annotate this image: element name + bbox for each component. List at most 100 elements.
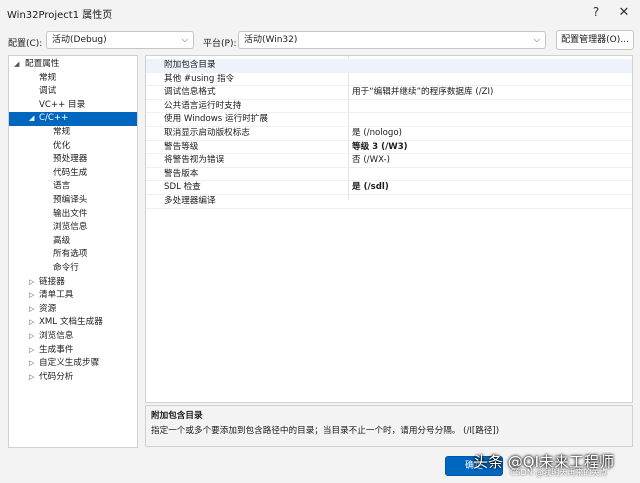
tree-item[interactable]: 预编译头 xyxy=(9,194,137,208)
tree-item[interactable]: 输出文件 xyxy=(9,208,137,222)
tree-item[interactable]: ▷ 清单工具 xyxy=(9,289,137,303)
tree-item-label: 自定义生成步骤 xyxy=(39,358,100,369)
tree-item-label: 浏览信息 xyxy=(53,222,88,233)
tree-item[interactable]: ▷ 浏览信息 xyxy=(9,330,137,344)
platform-select-value: 活动(Win32) xyxy=(244,35,298,45)
collapsed-arrow-icon[interactable]: ▷ xyxy=(29,303,34,317)
tree-item[interactable]: 常规 xyxy=(9,126,137,140)
tree-item[interactable]: ▷ 资源 xyxy=(9,303,137,317)
tree-item[interactable]: 高级 xyxy=(9,235,137,249)
close-button[interactable]: ✕ xyxy=(612,2,636,22)
tree-item-label: 资源 xyxy=(39,303,57,314)
property-name: 多处理器编译 xyxy=(164,196,216,206)
platform-select[interactable]: 活动(Win32) ⌵ xyxy=(238,31,546,49)
collapsed-arrow-icon[interactable]: ▷ xyxy=(29,289,34,303)
property-name: 将警告视为错误 xyxy=(164,155,225,166)
tree-item-label: 优化 xyxy=(53,140,71,151)
tree-item-label: 高级 xyxy=(53,235,71,246)
property-row[interactable]: 调试信息格式 用于“编辑并继续”的程序数据库 (/ZI) xyxy=(146,86,632,100)
property-row[interactable]: SDL 检查 是 (/sdl) xyxy=(146,181,632,195)
property-value[interactable]: 等级 3 (/W3) xyxy=(352,141,632,155)
property-value[interactable]: 用于“编辑并继续”的程序数据库 (/ZI) xyxy=(352,86,632,100)
property-value[interactable]: 是 (/nologo) xyxy=(352,127,632,141)
property-row[interactable]: 公共语言运行时支持 xyxy=(146,100,632,114)
expanded-arrow-icon[interactable]: ◢ xyxy=(29,112,34,126)
tree-item-label: 调试 xyxy=(39,86,57,97)
property-row[interactable]: 将警告视为错误 否 (/WX-) xyxy=(146,154,632,168)
property-name: 公共语言运行时支持 xyxy=(164,100,242,111)
collapsed-arrow-icon[interactable]: ▷ xyxy=(29,316,34,330)
tree-item[interactable]: 所有选项 xyxy=(9,248,137,262)
property-name: 其他 #using 指令 xyxy=(164,73,235,84)
tree-item[interactable]: ▷ 生成事件 xyxy=(9,344,137,358)
property-row[interactable]: 多处理器编译 xyxy=(146,195,632,209)
tree-item[interactable]: 浏览信息 xyxy=(9,221,137,235)
help-button[interactable]: ? xyxy=(584,2,608,22)
property-row[interactable]: 取消显示启动版权标志 是 (/nologo) xyxy=(146,127,632,141)
property-row[interactable]: 其他 #using 指令 xyxy=(146,73,632,87)
config-select[interactable]: 活动(Debug) ⌵ xyxy=(46,31,194,49)
tree-item[interactable]: ◢ C/C++ xyxy=(9,112,137,126)
property-row[interactable]: 使用 Windows 运行时扩展 xyxy=(146,113,632,127)
property-row[interactable]: 警告等级 等级 3 (/W3) xyxy=(146,141,632,155)
property-name: 使用 Windows 运行时扩展 xyxy=(164,114,268,125)
tree-item-label: 预处理器 xyxy=(53,154,88,165)
tree-item-label: 生成事件 xyxy=(39,344,74,355)
collapsed-arrow-icon[interactable]: ▷ xyxy=(29,276,34,290)
property-row[interactable]: 附加包含目录 xyxy=(146,59,632,73)
tree-item[interactable]: ▷ 链接器 xyxy=(9,276,137,290)
tree-item[interactable]: 优化 xyxy=(9,140,137,154)
tree-item[interactable]: VC++ 目录 xyxy=(9,99,137,113)
tree-item[interactable]: 代码生成 xyxy=(9,167,137,181)
tree-item[interactable]: 常规 xyxy=(9,72,137,86)
collapsed-arrow-icon[interactable]: ▷ xyxy=(29,357,34,371)
tree-item[interactable]: 命令行 xyxy=(9,262,137,276)
collapsed-arrow-icon[interactable]: ▷ xyxy=(29,344,34,358)
property-value[interactable]: 是 (/sdl) xyxy=(352,181,632,195)
tree-item[interactable]: ▷ 自定义生成步骤 xyxy=(9,357,137,371)
expanded-arrow-icon[interactable]: ◢ xyxy=(14,58,19,72)
description-text: 指定一个或多个要添加到包含路径中的目录；当目录不止一个时，请用分号分隔。 (/I… xyxy=(151,426,500,436)
chevron-down-icon: ⌵ xyxy=(533,35,540,44)
property-name: SDL 检查 xyxy=(164,182,201,193)
tree-item-label: 命令行 xyxy=(53,263,79,273)
chevron-down-icon: ⌵ xyxy=(181,35,188,44)
tree-item[interactable]: 调试 xyxy=(9,85,137,99)
tree-item-label: 所有选项 xyxy=(53,249,88,260)
property-row[interactable]: 警告版本 xyxy=(146,168,632,182)
title-bar: Win32Project1 属性页 ? ✕ xyxy=(0,0,640,24)
config-select-value: 活动(Debug) xyxy=(52,35,107,45)
tree-item-label: 预编译头 xyxy=(53,195,88,205)
tree-item-label: VC++ 目录 xyxy=(39,99,86,110)
property-name: 调试信息格式 xyxy=(164,87,216,98)
property-value[interactable]: 否 (/WX-) xyxy=(352,154,632,168)
tree-item-label: 输出文件 xyxy=(53,208,88,219)
tree-item[interactable]: 预处理器 xyxy=(9,153,137,167)
collapsed-arrow-icon[interactable]: ▷ xyxy=(29,371,34,385)
property-name: 取消显示启动版权标志 xyxy=(164,128,250,138)
tree-item-label: 配置属性 xyxy=(25,59,60,69)
tree-item-label: 浏览信息 xyxy=(39,331,74,341)
tree-item-label: XML 文档生成器 xyxy=(39,317,103,328)
watermark-sub: CSDN @我明天再来的关点 xyxy=(510,468,608,477)
tree-item[interactable]: 语言 xyxy=(9,180,137,194)
property-name: 附加包含目录 xyxy=(164,60,216,70)
tree-item-label: 清单工具 xyxy=(39,290,74,301)
tree-item[interactable]: ▷ XML 文档生成器 xyxy=(9,316,137,330)
tree-item-label: 代码生成 xyxy=(53,167,88,178)
tree-item[interactable]: ▷ 代码分析 xyxy=(9,371,137,385)
property-name: 警告版本 xyxy=(164,168,199,179)
description-pane: 附加包含目录 指定一个或多个要添加到包含路径中的目录；当目录不止一个时，请用分号… xyxy=(145,405,633,447)
window-title: Win32Project1 属性页 xyxy=(7,10,113,21)
property-tree[interactable]: ◢ 配置属性 常规 调试 VC++ 目录 ◢ C/C++ 常规 优化 预处理器 代码生成 语言 预编译头… xyxy=(8,55,138,448)
tree-item[interactable]: ◢ 配置属性 xyxy=(9,58,137,72)
property-grid[interactable]: 附加包含目录其他 #using 指令 调试信息格式 用于“编辑并继续”的程序数据库 … xyxy=(145,55,633,403)
description-title: 附加包含目录 xyxy=(151,411,203,421)
tree-item-label: 链接器 xyxy=(39,276,65,287)
tree-item-label: 语言 xyxy=(53,181,71,192)
property-name: 警告等级 xyxy=(164,141,199,152)
tree-item-label: 代码分析 xyxy=(39,371,74,382)
config-label: 配置(C): xyxy=(8,39,43,49)
config-manager-button[interactable]: 配置管理器(O)... xyxy=(556,30,634,50)
collapsed-arrow-icon[interactable]: ▷ xyxy=(29,330,34,344)
